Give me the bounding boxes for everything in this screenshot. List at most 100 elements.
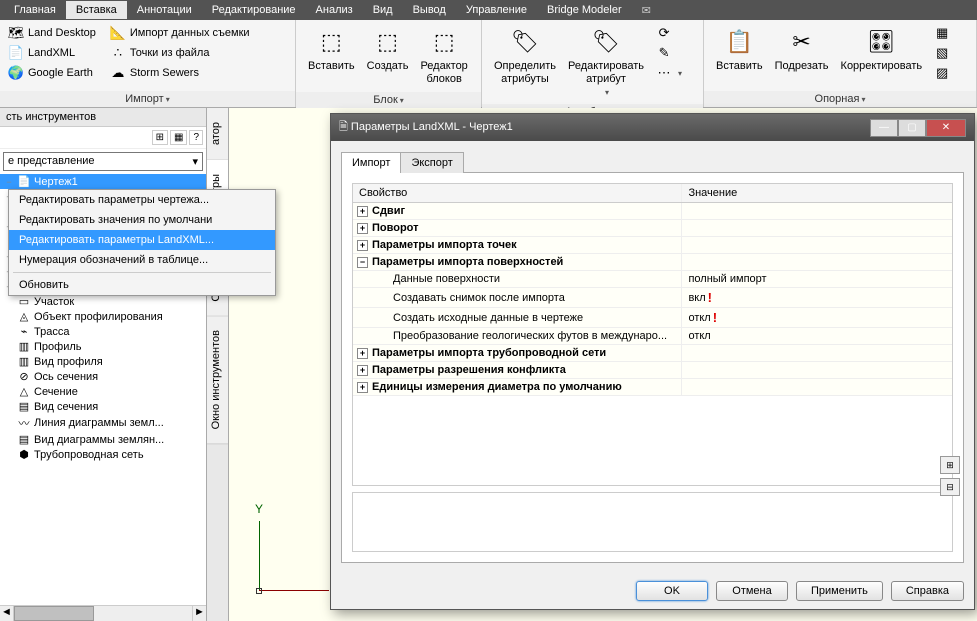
tree-root[interactable]: −📄Чертеж1 — [0, 174, 206, 189]
val-conversion[interactable]: откл — [682, 328, 952, 344]
tag-icon: 🏷 — [509, 26, 541, 58]
attr-small3[interactable]: ⋯ — [654, 64, 684, 82]
attr-define[interactable]: 🏷Определить атрибуты — [488, 24, 562, 88]
group-block-title[interactable]: Блок — [296, 92, 481, 108]
tab-bridge[interactable]: Bridge Modeler — [537, 1, 632, 19]
xref-adjust[interactable]: 🎛Корректировать — [835, 24, 929, 75]
expand-all-button[interactable]: ⊞ — [940, 456, 960, 474]
maximize-button[interactable]: ▢ — [898, 119, 926, 137]
block-editor[interactable]: ⬚Редактор блоков — [414, 24, 473, 88]
alert-icon: ! — [708, 290, 712, 305]
tab-insert[interactable]: Вставка — [66, 1, 127, 19]
tree-item-icon: △ — [17, 385, 31, 398]
group-ref-title[interactable]: Опорная — [704, 91, 976, 107]
scroll-thumb[interactable] — [14, 606, 94, 621]
dialog-titlebar[interactable]: 🗎 Параметры LandXML - Чертеж1 — ▢ ✕ — [331, 114, 974, 141]
tab-annotations[interactable]: Аннотации — [127, 1, 202, 19]
cancel-button[interactable]: Отмена — [716, 581, 788, 601]
tree-item[interactable]: △Сечение — [0, 384, 206, 399]
chevron-down-icon: ⋯ — [656, 65, 672, 81]
ctx-edit-drawing[interactable]: Редактировать параметры чертежа... — [9, 190, 275, 210]
tree-item-label: Вид профиля — [34, 356, 103, 368]
help-button[interactable]: Справка — [891, 581, 964, 601]
dlg-tab-import[interactable]: Импорт — [341, 152, 401, 173]
ref-small1[interactable]: ▦ — [932, 24, 952, 42]
tree-item[interactable]: ⊘Ось сечения — [0, 369, 206, 384]
ts-btn1[interactable]: ⊞ — [152, 130, 168, 145]
ribbon-tab-strip: Главная Вставка Аннотации Редактирование… — [0, 0, 977, 20]
tree-item[interactable]: ⌁Трасса — [0, 324, 206, 339]
ts-btn2[interactable]: ▦ — [170, 130, 187, 145]
side-tab-navigator[interactable]: атор — [207, 108, 228, 160]
tab-edit[interactable]: Редактирование — [202, 1, 306, 19]
tree-item-icon: ◬ — [17, 310, 31, 323]
ctx-refresh[interactable]: Обновить — [9, 275, 275, 295]
ctx-edit-defaults[interactable]: Редактировать значения по умолчани — [9, 210, 275, 230]
mail-icon[interactable]: ✉ — [642, 4, 651, 17]
expander-conflict[interactable]: + — [357, 365, 368, 376]
tree-item[interactable]: ▥Профиль — [0, 339, 206, 354]
import-google-earth[interactable]: 🌍Google Earth — [6, 64, 98, 82]
import-survey[interactable]: 📐Импорт данных съемки — [108, 24, 252, 42]
attr-small2[interactable]: ✎ — [654, 44, 684, 62]
ts-help[interactable]: ? — [189, 130, 203, 145]
axis-origin — [256, 588, 262, 594]
dialog-icon: 🗎 — [339, 121, 348, 133]
xref-insert-icon: 📋 — [723, 26, 755, 58]
tab-home[interactable]: Главная — [4, 1, 66, 19]
apply-button[interactable]: Применить — [796, 581, 883, 601]
tree-item[interactable]: 〰Линия диаграммы земл... — [0, 414, 206, 432]
expander-shift[interactable]: + — [357, 206, 368, 217]
expander-rotate[interactable]: + — [357, 223, 368, 234]
ctx-edit-landxml[interactable]: Редактировать параметры LandXML... — [9, 230, 275, 250]
tab-output[interactable]: Вывод — [403, 1, 456, 19]
attr-small1[interactable]: ⟳ — [654, 24, 684, 42]
xref-insert[interactable]: 📋Вставить — [710, 24, 769, 75]
val-source[interactable]: откл ! — [682, 308, 952, 327]
block-insert[interactable]: ⬚Вставить — [302, 24, 361, 75]
googleearth-icon: 🌍 — [8, 65, 24, 81]
val-surface-data[interactable]: полный импорт — [682, 271, 952, 287]
prop-source[interactable]: Создать исходные данные в чертеже — [353, 308, 682, 327]
tree-item[interactable]: ◬Объект профилирования — [0, 309, 206, 324]
toolspace-title: сть инструментов — [0, 108, 206, 127]
xref-clip[interactable]: ✂Подрезать — [769, 24, 835, 75]
block-create[interactable]: ⬚Создать — [361, 24, 415, 75]
import-landxml[interactable]: 📄LandXML — [6, 44, 98, 62]
ref-small3[interactable]: ▨ — [932, 64, 952, 82]
tab-manage[interactable]: Управление — [456, 1, 537, 19]
prop-conversion[interactable]: Преобразование геологических футов в меж… — [353, 328, 682, 344]
import-storm-sewers[interactable]: ☁Storm Sewers — [108, 64, 252, 82]
ref-small2[interactable]: ▧ — [932, 44, 952, 62]
import-points-file[interactable]: ∴Точки из файла — [108, 44, 252, 62]
property-grid[interactable]: Свойство Значение +Сдвиг +Поворот +Парам… — [352, 183, 953, 486]
xref-adjust-icon: 🎛 — [865, 26, 897, 58]
tree-item[interactable]: ▥Вид профиля — [0, 354, 206, 369]
tree-item[interactable]: ⬢Трубопроводная сеть — [0, 447, 206, 462]
import-land-desktop[interactable]: 🗺Land Desktop — [6, 24, 98, 42]
val-snapshot[interactable]: вкл ! — [682, 288, 952, 307]
view-combo[interactable]: е представление▾ — [3, 152, 203, 171]
dlg-tab-export[interactable]: Экспорт — [400, 152, 463, 173]
expander-surfaces[interactable]: − — [357, 257, 368, 268]
tree-item[interactable]: ▤Вид сечения — [0, 399, 206, 414]
expander-pipe[interactable]: + — [357, 348, 368, 359]
group-import-title[interactable]: Импорт — [0, 91, 295, 107]
expander-points[interactable]: + — [357, 240, 368, 251]
attr-edit[interactable]: 🏷Редактировать атрибут — [562, 24, 650, 100]
ok-button[interactable]: OK — [636, 581, 708, 601]
tab-analysis[interactable]: Анализ — [306, 1, 363, 19]
minimize-button[interactable]: — — [870, 119, 898, 137]
scrollbar-h[interactable]: ◄ ► — [0, 605, 206, 621]
tab-view[interactable]: Вид — [363, 1, 403, 19]
tree-item-icon: ▥ — [17, 355, 31, 368]
prop-surface-data[interactable]: Данные поверхности — [353, 271, 682, 287]
close-button[interactable]: ✕ — [926, 119, 966, 137]
prop-snapshot[interactable]: Создавать снимок после импорта — [353, 288, 682, 307]
collapse-all-button[interactable]: ⊟ — [940, 478, 960, 496]
ctx-table-numbering[interactable]: Нумерация обозначений в таблице... — [9, 250, 275, 270]
tree-item[interactable]: ▭Участок — [0, 294, 206, 309]
side-tab-toolbox[interactable]: Окно инструментов — [207, 316, 228, 444]
tree-item[interactable]: ▤Вид диаграммы землян... — [0, 432, 206, 447]
expander-diameter[interactable]: + — [357, 382, 368, 393]
